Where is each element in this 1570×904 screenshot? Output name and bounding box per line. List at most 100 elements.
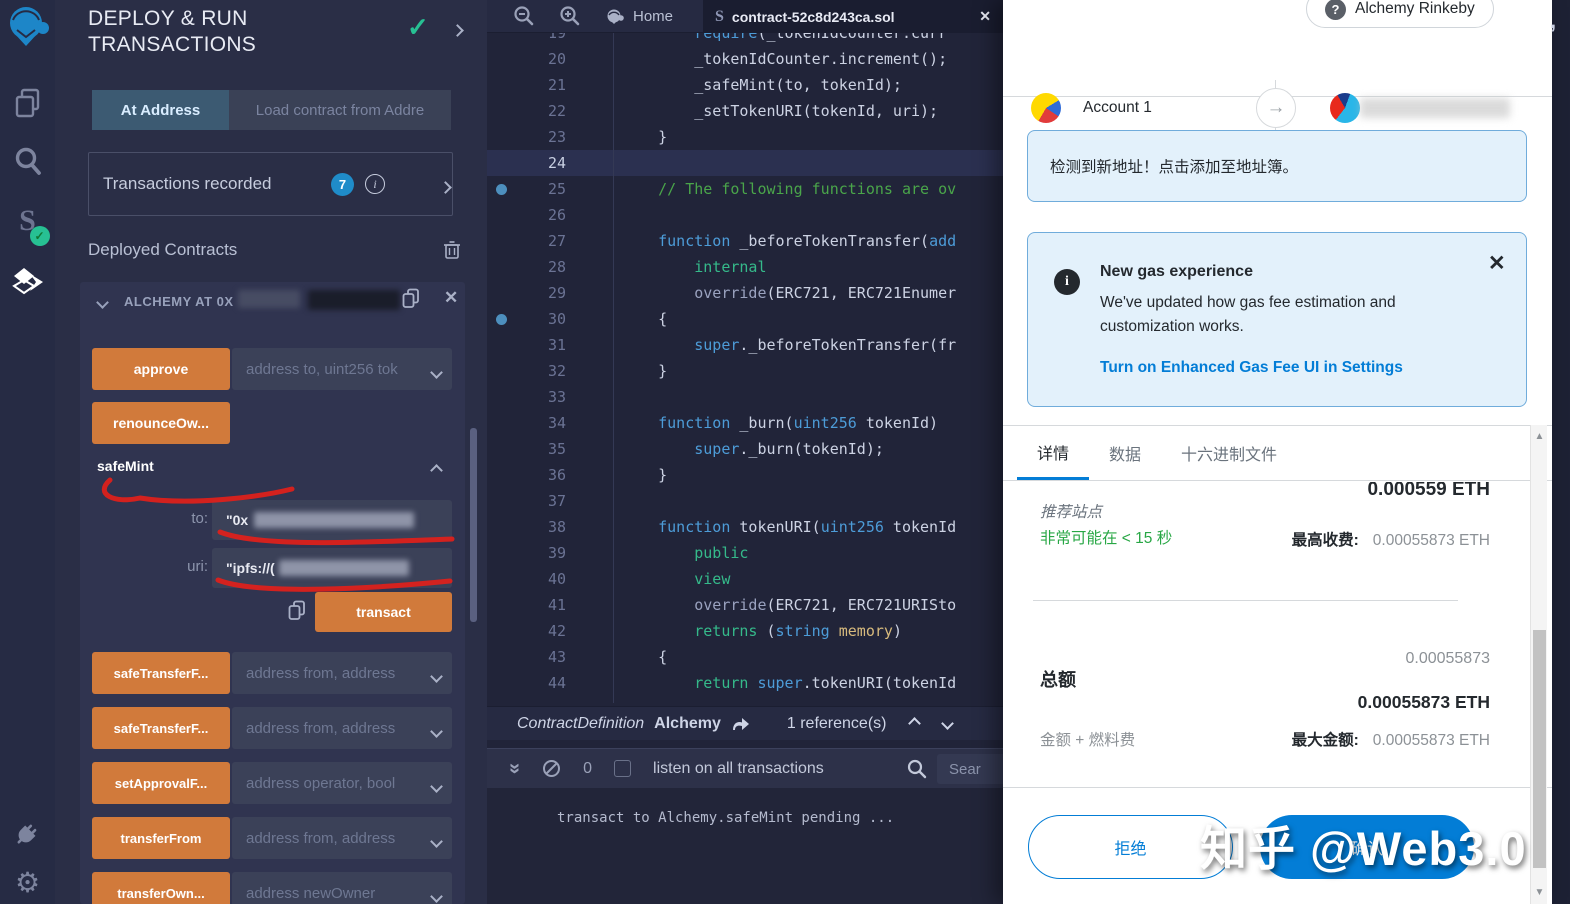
line-number[interactable]: 31 [487,332,580,358]
code-line-19[interactable]: 19 require(_tokenIdCounter.curr [487,33,1003,46]
trash-icon[interactable] [443,240,461,260]
safemint-uri-input[interactable]: "ipfs://( [212,548,452,588]
function-button-3[interactable]: transferFrom [92,817,230,859]
line-number[interactable]: 44 [487,670,580,696]
function-expand-icon-1[interactable] [430,723,443,741]
code-area[interactable]: 19 require(_tokenIdCounter.curr 20 _token… [487,33,1003,706]
gas-settings-link[interactable]: Turn on Enhanced Gas Fee UI in Settings [1100,359,1403,377]
file-explorer-icon[interactable] [0,88,55,120]
line-number[interactable]: 39 [487,540,580,566]
scroll-thumb[interactable] [1533,630,1546,868]
line-number[interactable]: 29 [487,280,580,306]
line-number[interactable]: 22 [487,98,580,124]
function-expand-icon-0[interactable] [430,668,443,686]
code-line-24[interactable]: 24 [487,150,1003,176]
prev-reference-icon[interactable] [908,715,922,733]
code-line-36[interactable]: 36 } [487,462,1003,488]
load-contract-tab[interactable]: Load contract from Addre [229,90,451,130]
solidity-compiler-icon[interactable]: S ✓ [0,204,55,246]
code-line-35[interactable]: 35 super._burn(tokenId); [487,436,1003,462]
tab-home[interactable]: Home [593,0,685,33]
function-args-input-2[interactable]: address operator, bool [232,762,452,804]
line-number[interactable]: 26 [487,202,580,228]
scroll-down-icon[interactable]: ▼ [1531,887,1548,898]
code-line-29[interactable]: 29 override(ERC721, ERC721Enumer [487,280,1003,306]
line-number[interactable]: 34 [487,410,580,436]
goto-reference-icon[interactable] [731,716,751,732]
function-expand-icon-3[interactable] [430,833,443,851]
code-line-20[interactable]: 20 _tokenIdCounter.increment(); [487,46,1003,72]
line-number[interactable]: 42 [487,618,580,644]
code-line-38[interactable]: 38 function tokenURI(uint256 tokenId [487,514,1003,540]
line-number[interactable]: 21 [487,72,580,98]
line-number[interactable]: 43 [487,644,580,670]
code-line-30[interactable]: 30 { [487,306,1003,332]
collapse-contract-icon[interactable] [96,294,109,312]
code-line-43[interactable]: 43 { [487,644,1003,670]
network-selector[interactable]: ? Alchemy Rinkeby [1306,0,1494,28]
info-icon[interactable]: i [365,174,385,194]
code-line-27[interactable]: 27 function _beforeTokenTransfer(add [487,228,1003,254]
remix-logo-icon[interactable] [0,4,55,50]
copy-args-icon[interactable] [288,600,306,621]
function-button-1[interactable]: safeTransferF... [92,707,230,749]
safemint-collapse-icon[interactable] [430,462,443,480]
breakpoint-dot[interactable] [496,183,507,195]
next-reference-icon[interactable] [941,715,955,733]
settings-gear-icon[interactable]: ⚙ [0,866,55,899]
copy-address-icon[interactable] [402,288,420,309]
safemint-to-input[interactable]: "0x [212,500,452,540]
close-contract-icon[interactable]: ✕ [444,288,458,308]
code-line-21[interactable]: 21 _safeMint(to, tokenId); [487,72,1003,98]
function-expand-icon-2[interactable] [430,778,443,796]
approve-expand-icon[interactable] [430,364,443,382]
zoom-in-icon[interactable] [559,5,581,27]
close-tab-icon[interactable]: ✕ [979,8,991,25]
mm-tab-0[interactable]: 详情 [1017,426,1090,480]
function-expand-icon-4[interactable] [430,888,443,904]
deploy-run-icon[interactable] [0,266,55,300]
code-line-31[interactable]: 31 super._beforeTokenTransfer(fr [487,332,1003,358]
code-line-26[interactable]: 26 [487,202,1003,228]
renounce-ownership-button[interactable]: renounceOw... [92,402,230,444]
collapse-terminal-icon[interactable]: » [503,763,526,774]
line-number[interactable]: 33 [487,384,580,410]
function-args-input-3[interactable]: address from, address [232,817,452,859]
line-number[interactable]: 35 [487,436,580,462]
close-gas-card-icon[interactable]: ✕ [1488,251,1506,276]
line-number[interactable]: 41 [487,592,580,618]
line-number[interactable]: 23 [487,124,580,150]
line-number[interactable]: 32 [487,358,580,384]
line-number[interactable]: 27 [487,228,580,254]
function-button-4[interactable]: transferOwn... [92,872,230,904]
code-line-40[interactable]: 40 view [487,566,1003,592]
code-line-33[interactable]: 33 [487,384,1003,410]
code-line-25[interactable]: 25 // The following functions are ov [487,176,1003,202]
terminal-search-input[interactable]: Sear [937,754,1007,784]
line-number[interactable]: 19 [487,33,580,46]
function-args-input-1[interactable]: address from, address [232,707,452,749]
approve-args-input[interactable]: address to, uint256 tok [232,348,452,390]
mm-tab-2[interactable]: 十六进制文件 [1161,426,1297,480]
code-line-42[interactable]: 42 returns (string memory) [487,618,1003,644]
new-address-banner[interactable]: 检测到新地址！点击添加至地址簿。 [1027,130,1527,202]
terminal-output[interactable]: transact to Alchemy.safeMint pending ... [487,788,1003,904]
transact-button[interactable]: transact [315,592,452,632]
code-line-37[interactable]: 37 [487,488,1003,514]
breakpoint-dot[interactable] [496,313,507,325]
line-number[interactable]: 28 [487,254,580,280]
code-line-39[interactable]: 39 public [487,540,1003,566]
function-args-input-0[interactable]: address from, address [232,652,452,694]
transactions-open-icon[interactable] [439,179,452,197]
code-line-23[interactable]: 23 } [487,124,1003,150]
line-number[interactable]: 36 [487,462,580,488]
line-number[interactable]: 20 [487,46,580,72]
code-line-44[interactable]: 44 return super.tokenURI(tokenId [487,670,1003,696]
listen-checkbox[interactable] [614,760,632,777]
transactions-recorded-box[interactable]: Transactions recorded 7 i [88,152,453,216]
code-line-34[interactable]: 34 function _burn(uint256 tokenId) [487,410,1003,436]
function-button-2[interactable]: setApprovalF... [92,762,230,804]
mm-tab-1[interactable]: 数据 [1089,426,1161,480]
search-icon[interactable] [0,146,55,178]
code-line-32[interactable]: 32 } [487,358,1003,384]
